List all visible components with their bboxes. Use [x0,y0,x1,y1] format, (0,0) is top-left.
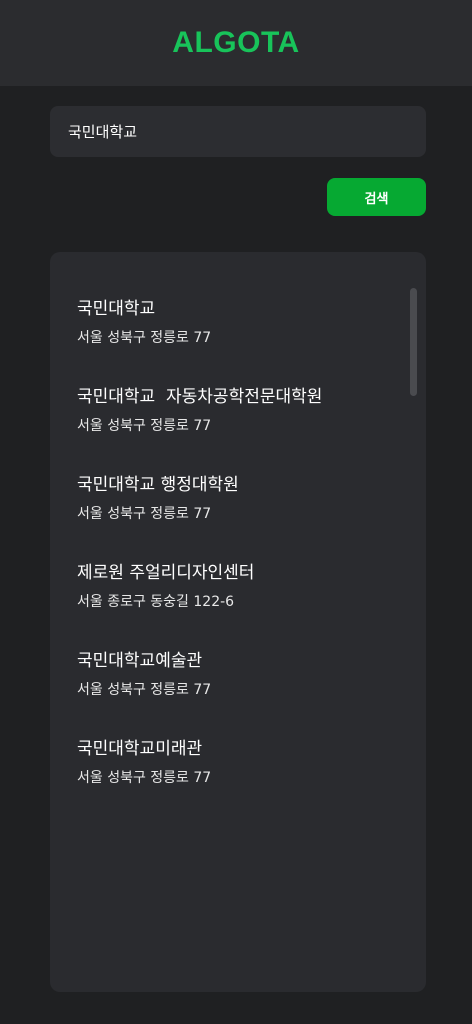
result-name: 국민대학교 자동차공학전문대학원 [77,387,323,407]
result-address: 서울 종로구 동숭길 122-6 [77,594,235,610]
result-item[interactable]: 국민대학교 행정대학원 서울 성북구 정릉로 77 [77,472,397,560]
result-item[interactable]: 국민대학교예술관 서울 성북구 정릉로 77 [77,648,397,736]
result-name: 국민대학교예술관 [77,651,203,671]
app-header: ALGOTA [0,0,472,86]
result-address: 서울 성북구 정릉로 77 [77,330,212,346]
scrollbar-thumb[interactable] [410,288,417,396]
result-name: 국민대학교 행정대학원 [77,475,239,495]
result-name: 국민대학교미래관 [77,739,203,759]
results-panel: 국민대학교 서울 성북구 정릉로 77 국민대학교 자동차공학전문대학원 서울 … [50,252,426,992]
app-logo: ALGOTA [172,26,300,59]
result-item[interactable]: 국민대학교 자동차공학전문대학원 서울 성북구 정릉로 77 [77,384,397,472]
search-button[interactable]: 검색 [327,178,426,216]
result-list: 국민대학교 서울 성북구 정릉로 77 국민대학교 자동차공학전문대학원 서울 … [77,296,397,824]
result-name: 제로원 주얼리디자인센터 [77,563,255,583]
result-address: 서울 성북구 정릉로 77 [77,682,212,698]
result-name: 국민대학교 [77,299,156,319]
result-address: 서울 성북구 정릉로 77 [77,506,212,522]
result-item[interactable]: 국민대학교미래관 서울 성북구 정릉로 77 [77,736,397,824]
search-input[interactable] [68,122,408,141]
search-box[interactable] [50,106,426,157]
result-address: 서울 성북구 정릉로 77 [77,418,212,434]
result-item[interactable]: 국민대학교 서울 성북구 정릉로 77 [77,296,397,384]
result-address: 서울 성북구 정릉로 77 [77,770,212,786]
result-item[interactable]: 제로원 주얼리디자인센터 서울 종로구 동숭길 122-6 [77,560,397,648]
